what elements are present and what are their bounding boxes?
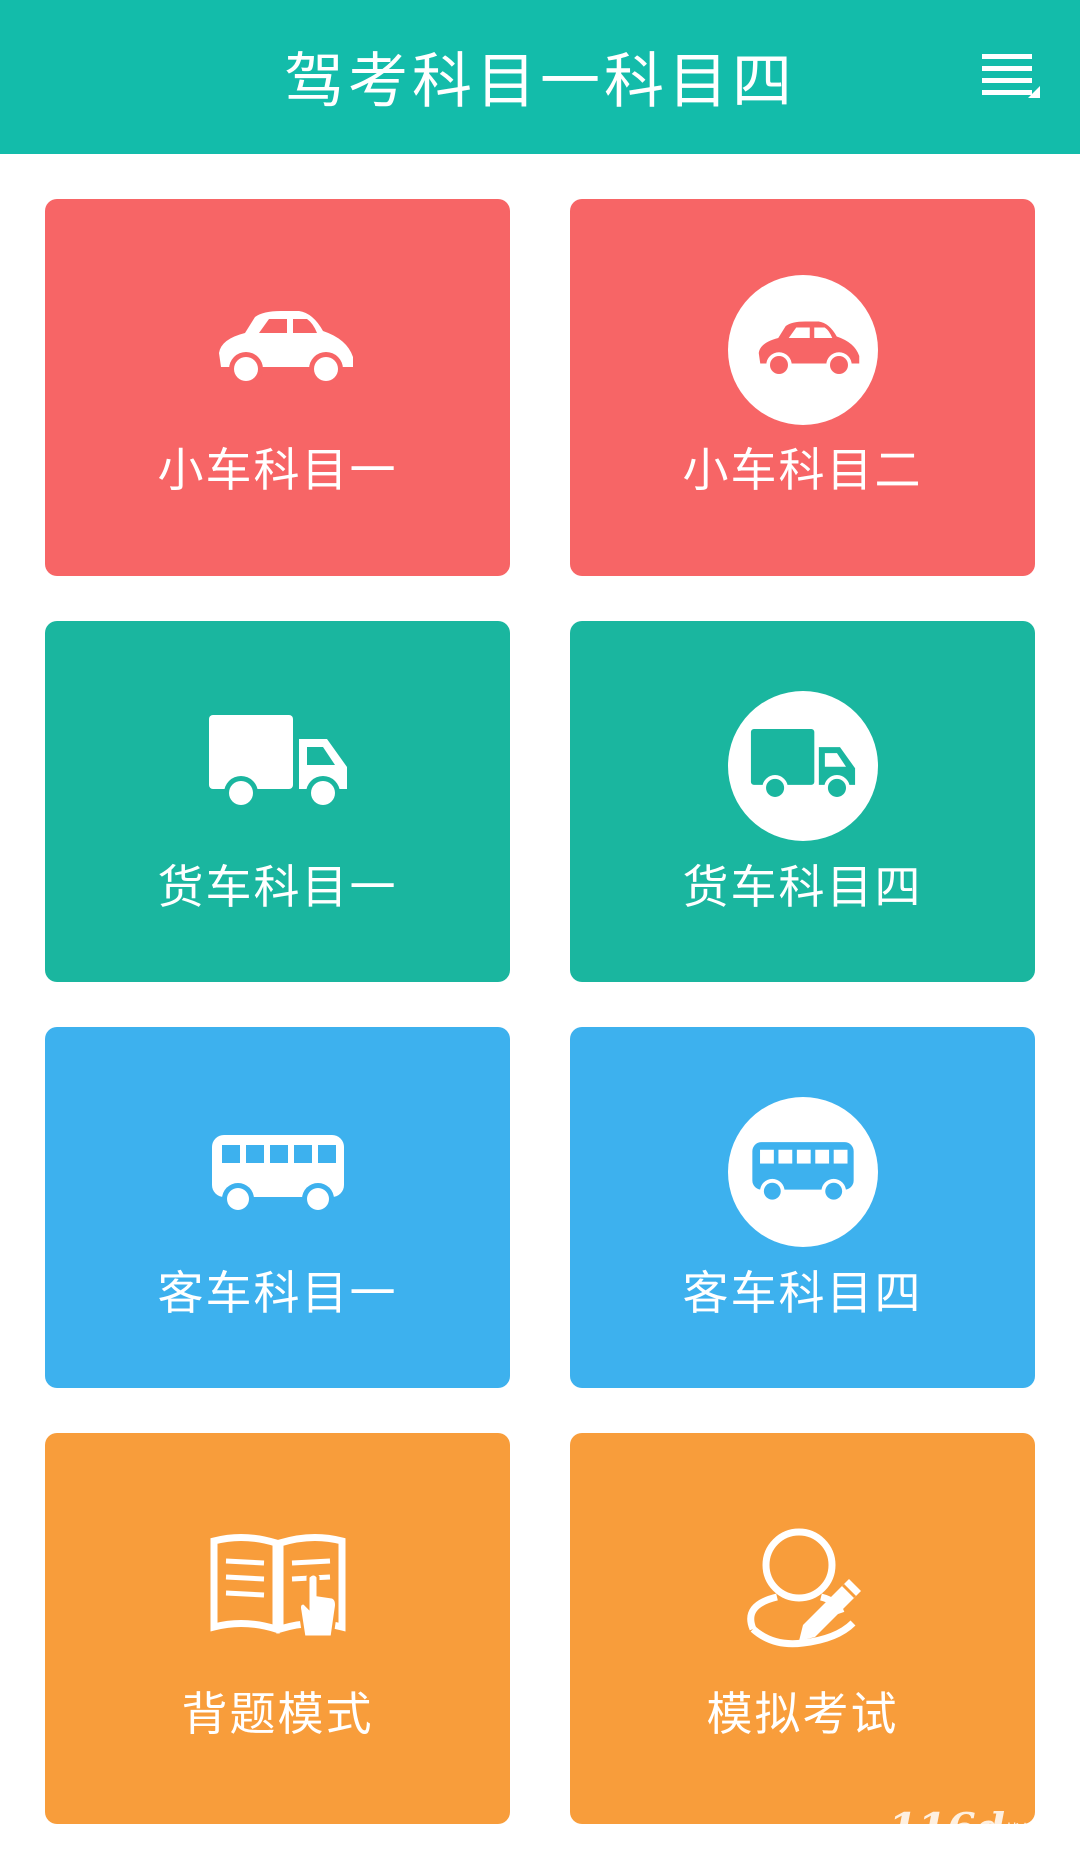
tile-label: 背题模式: [181, 1687, 374, 1741]
tile-bus-subject-1[interactable]: 客车科目一: [45, 1027, 510, 1388]
tile-label: 小车科目二: [682, 443, 923, 497]
tile-label: 货车科目四: [682, 860, 923, 914]
truck-icon: [208, 715, 347, 810]
car-icon: [218, 311, 353, 386]
tile-review-mode[interactable]: 背题模式: [45, 1433, 510, 1824]
user-pencil-icon: [746, 1528, 861, 1648]
car-circle-icon: [727, 275, 878, 425]
book-icon: [210, 1534, 345, 1639]
menu-icon: [982, 54, 1040, 98]
tile-truck-subject-1[interactable]: 货车科目一: [45, 621, 510, 982]
menu-button[interactable]: [974, 46, 1046, 116]
tile-label: 小车科目一: [157, 443, 398, 497]
tile-truck-subject-4[interactable]: 货车科目四: [570, 621, 1035, 982]
page-title: 驾考科目一科目四: [284, 47, 796, 117]
tile-label: 客车科目四: [682, 1266, 923, 1320]
tile-mock-exam[interactable]: 模拟考试: [570, 1433, 1035, 1824]
tile-bus-subject-4[interactable]: 客车科目四: [570, 1027, 1035, 1388]
watermark-sub: 下载站: [985, 1822, 1039, 1843]
tile-label: 模拟考试: [706, 1687, 899, 1741]
watermark-logo: 116d.com: [888, 1804, 1069, 1853]
bus-circle-icon: [727, 1097, 878, 1247]
bus-icon: [211, 1135, 344, 1215]
tile-car-subject-2[interactable]: 小车科目二: [570, 199, 1035, 576]
truck-circle-icon: [727, 691, 878, 841]
tile-car-subject-1[interactable]: 小车科目一: [45, 199, 510, 576]
tile-label: 货车科目一: [157, 860, 398, 914]
tile-label: 客车科目一: [157, 1266, 398, 1320]
app-header: 驾考科目一科目四: [0, 0, 1080, 154]
